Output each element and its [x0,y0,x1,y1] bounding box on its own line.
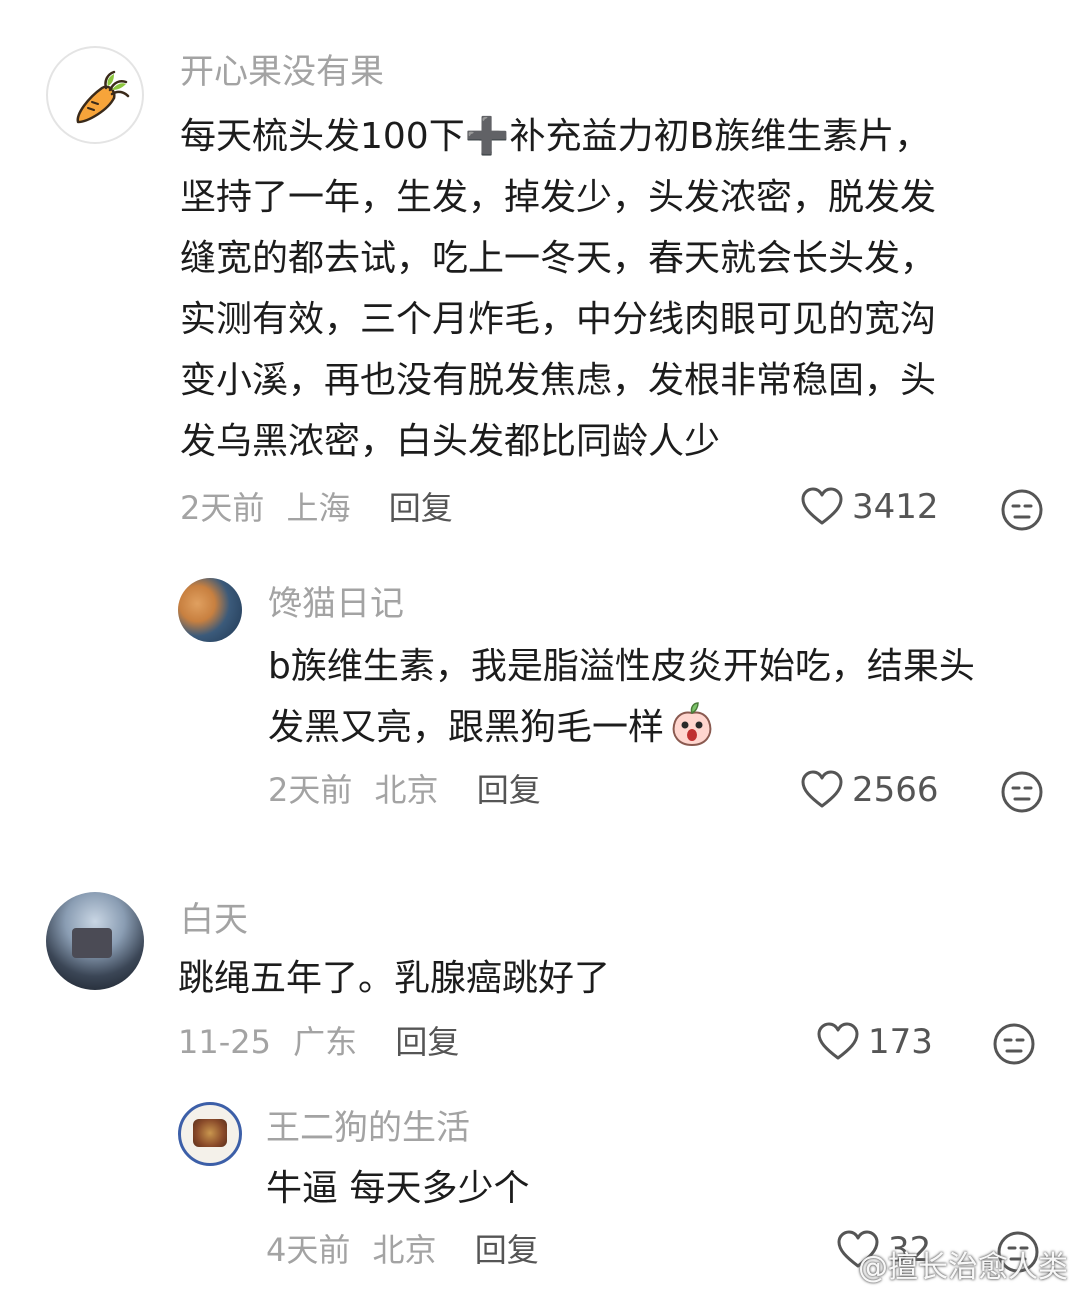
comment-text: 牛逼 每天多少个 [266,1158,529,1219]
comment-feed: 开心果没有果 每天梳头发100下➕补充益力初B族维生素片， 坚持了一年，生发，掉… [0,0,1080,1296]
location: 上海 [286,489,351,527]
comment-text-line: 发乌黑浓密，白头发都比同龄人少 [180,421,721,462]
reply-button[interactable]: 回复 [395,1023,459,1061]
watermark: @擅长治愈人类 [858,1250,1068,1285]
username[interactable]: 王二狗的生活 [266,1108,470,1148]
username[interactable]: 白天 [180,900,248,940]
comment-text: 每天梳头发100下➕补充益力初B族维生素片， 坚持了一年，生发，掉发少，头发浓密… [180,106,936,472]
comment-text-segment: 发黑又亮，跟黑狗毛一样 [268,707,665,748]
like-count: 173 [868,1022,933,1062]
heart-icon [817,1022,859,1060]
reply-button[interactable]: 回复 [389,489,453,527]
timestamp: 4天前 [266,1231,351,1269]
avatar[interactable] [46,892,144,990]
location: 北京 [372,1231,437,1269]
dislike-button[interactable] [992,1022,1036,1070]
comment-text-line: 发黑又亮，跟黑狗毛一样 [268,697,975,758]
comment-text-line: 跳绳五年了。乳腺癌跳好了 [178,958,611,999]
comment-meta: 4天前 北京 回复 [266,1230,539,1270]
comment-item: 白天 跳绳五年了。乳腺癌跳好了 11-25 广东 回复 173 [0,860,1080,1090]
comment-meta: 11-25 广东 回复 [178,1022,459,1062]
timestamp: 2天前 [268,771,353,809]
reply-button[interactable]: 回复 [477,771,541,809]
like-button[interactable]: 173 [816,1022,933,1062]
location: 广东 [293,1023,358,1061]
location: 北京 [374,771,439,809]
avatar-image-detail [193,1119,227,1147]
dislike-button[interactable] [1000,770,1044,818]
like-button[interactable]: 2566 [800,770,939,810]
comment-item: 开心果没有果 每天梳头发100下➕补充益力初B族维生素片， 坚持了一年，生发，掉… [0,0,1080,560]
avatar[interactable] [46,46,144,144]
comment-text: b族维生素，我是脂溢性皮炎开始吃，结果头 发黑又亮，跟黑狗毛一样 [268,636,975,758]
username[interactable]: 馋猫日记 [268,584,404,624]
avatar[interactable] [178,1102,242,1166]
carrot-icon [76,70,130,124]
avatar[interactable] [178,578,242,642]
timestamp: 11-25 [178,1023,271,1061]
comment-text-line: 牛逼 每天多少个 [266,1168,530,1209]
comment-text-line: b族维生素，我是脂溢性皮炎开始吃，结果头 [268,646,975,687]
like-button[interactable]: 3412 [800,487,939,527]
comment-text-line: 坚持了一年，生发，掉发少，头发浓密，脱发发 [180,177,937,218]
comment-text-line: 变小溪，再也没有脱发焦虑，发根非常稳固，头 [180,360,937,401]
dislike-button[interactable] [1000,488,1044,536]
comment-text-line: 每天梳头发100下➕补充益力初B族维生素片， [180,116,931,157]
neutral-face-icon [993,1023,1035,1065]
reply-button[interactable]: 回复 [475,1231,539,1269]
comment-text-line: 缝宽的都去试，吃上一冬天，春天就会长头发， [180,238,937,279]
reply-item: 馋猫日记 b族维生素，我是脂溢性皮炎开始吃，结果头 发黑又亮，跟黑狗毛一样 2天… [0,560,1080,860]
like-count: 2566 [852,770,939,810]
timestamp: 2天前 [180,489,265,527]
like-count: 3412 [852,487,939,527]
username[interactable]: 开心果没有果 [180,52,384,92]
neutral-face-icon [1001,489,1043,531]
comment-text-line: 实测有效，三个月炸毛，中分线肉眼可见的宽沟 [180,299,937,340]
comment-meta: 2天前 上海 回复 [180,488,453,528]
heart-icon [801,487,843,525]
comment-text: 跳绳五年了。乳腺癌跳好了 [178,948,610,1009]
peach-shocked-emoji [672,702,712,747]
heart-icon [801,770,843,808]
neutral-face-icon [1001,771,1043,813]
avatar-image-detail [72,928,112,958]
comment-meta: 2天前 北京 回复 [268,770,541,810]
